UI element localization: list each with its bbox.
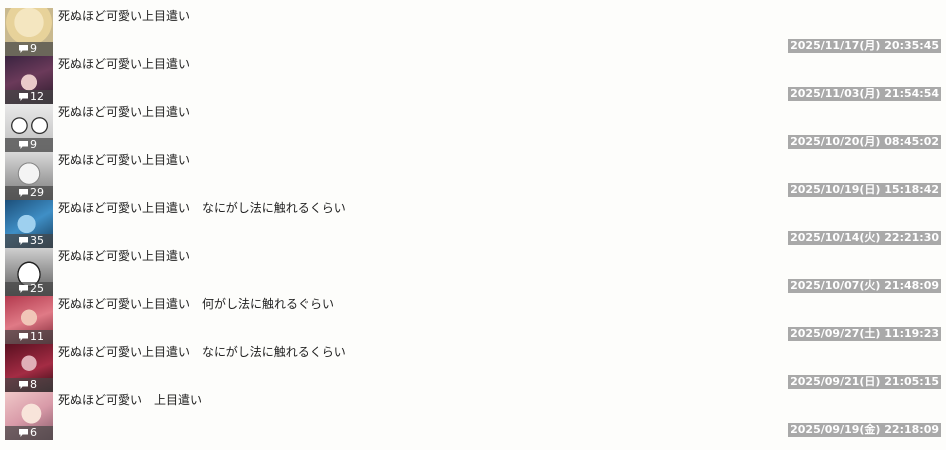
post-row[interactable]: 9 死ぬほど可愛い上目遣い 2025/10/20(月) 08:45:02	[0, 96, 946, 152]
post-title-link[interactable]: 死ぬほど可愛い上目遣い	[58, 105, 190, 120]
post-title-link[interactable]: 死ぬほど可愛い 上目遣い	[58, 393, 202, 408]
post-row[interactable]: 8 死ぬほど可愛い上目遣い なにがし法に触れるくらい 2025/09/21(日) 2…	[0, 336, 946, 392]
post-row[interactable]: 29 死ぬほど可愛い上目遣い 2025/10/19(日) 15:18:42	[0, 144, 946, 200]
post-title-link[interactable]: 死ぬほど可愛い上目遣い	[58, 153, 190, 168]
post-title-link[interactable]: 死ぬほど可愛い上目遣い なにがし法に触れるくらい	[58, 201, 346, 216]
post-row[interactable]: 6 死ぬほど可愛い 上目遣い 2025/09/19(金) 22:18:09	[0, 384, 946, 440]
post-title-link[interactable]: 死ぬほど可愛い上目遣い なにがし法に触れるくらい	[58, 345, 346, 360]
post-row[interactable]: 11 死ぬほど可愛い上目遣い 何がし法に触れるぐらい 2025/09/27(土) 1…	[0, 288, 946, 344]
post-list: 9 死ぬほど可愛い上目遣い 2025/11/17(月) 20:35:45 12 死ぬほど…	[0, 0, 946, 450]
post-timestamp: 2025/09/19(金) 22:18:09	[788, 423, 941, 437]
post-row[interactable]: 12 死ぬほど可愛い上目遣い 2025/11/03(月) 21:54:54	[0, 48, 946, 104]
post-row[interactable]: 25 死ぬほど可愛い上目遣い 2025/10/07(火) 21:48:09	[0, 240, 946, 296]
post-thumbnail[interactable]: 6	[5, 392, 53, 440]
post-title-link[interactable]: 死ぬほど可愛い上目遣い	[58, 249, 190, 264]
post-title-link[interactable]: 死ぬほど可愛い上目遣い 何がし法に触れるぐらい	[58, 297, 334, 312]
comment-count: 6	[30, 426, 37, 439]
post-row[interactable]: 35 死ぬほど可愛い上目遣い なにがし法に触れるくらい 2025/10/14(火) …	[0, 192, 946, 248]
comment-count-badge: 6	[5, 426, 53, 440]
post-row[interactable]: 9 死ぬほど可愛い上目遣い 2025/11/17(月) 20:35:45	[0, 0, 946, 56]
comment-icon	[19, 429, 28, 437]
post-title-link[interactable]: 死ぬほど可愛い上目遣い	[58, 9, 190, 24]
post-title-link[interactable]: 死ぬほど可愛い上目遣い	[58, 57, 190, 72]
